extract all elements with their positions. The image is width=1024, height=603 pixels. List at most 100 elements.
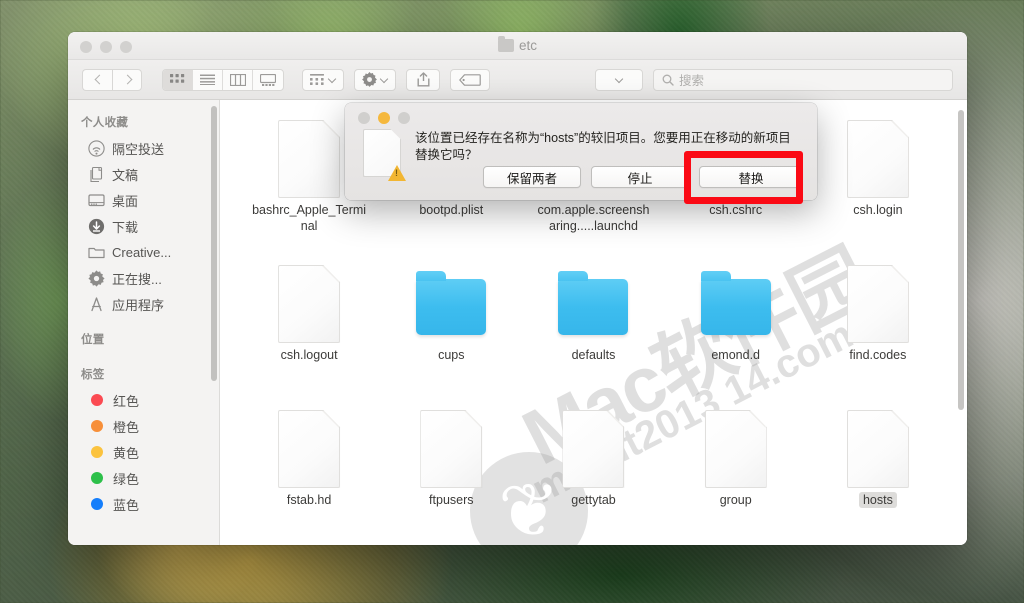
sidebar-item-applications[interactable]: 应用程序 (68, 291, 219, 317)
sidebar-item-searching[interactable]: 正在搜... (68, 265, 219, 291)
action-gear-dropdown-button[interactable] (354, 68, 396, 91)
sidebar-tag-label: 黄色 (113, 445, 140, 461)
tag-dot-icon (91, 446, 103, 458)
file-label: csh.login (853, 203, 903, 217)
sidebar-scrollbar[interactable] (211, 106, 217, 381)
tag-dot-icon (91, 394, 103, 406)
sidebar-item-creative[interactable]: Creative... (68, 239, 219, 265)
file-item[interactable]: emond.d (665, 259, 807, 394)
navigation-buttons (82, 68, 142, 91)
file-icon-wrap (420, 404, 483, 492)
file-icon-wrap (846, 114, 909, 202)
dialog-close-button[interactable] (358, 112, 370, 124)
chevron-down-icon (329, 76, 336, 83)
tag-dot-icon (91, 420, 103, 432)
file-item[interactable]: find.codes (807, 259, 949, 394)
sidebar-item-label: 正在搜... (112, 271, 162, 287)
window-titlebar[interactable]: etc (68, 32, 967, 60)
keep-both-button[interactable]: 保留两者 (483, 166, 581, 188)
sidebar-item-documents[interactable]: 文稿 (68, 161, 219, 187)
file-label: emond.d (711, 348, 761, 362)
sidebar-item-desktop[interactable]: 桌面 (68, 187, 219, 213)
folder-icon (497, 36, 514, 52)
gear-icon (362, 72, 377, 87)
chevron-right-icon (124, 76, 131, 83)
file-label: defaults (571, 348, 616, 362)
dialog-traffic-lights (358, 112, 410, 124)
sidebar-item-label: 桌面 (112, 193, 139, 209)
document-icon (562, 410, 625, 488)
file-icon-wrap (846, 259, 909, 347)
icon-view-icon (170, 73, 185, 83)
window-title: etc (68, 36, 967, 53)
content-scrollbar[interactable] (958, 110, 964, 410)
file-label: bashrc_Apple_Terminal (252, 203, 367, 233)
file-item[interactable]: gettytab (522, 404, 664, 539)
back-button[interactable] (82, 68, 112, 91)
document-warning-icon (363, 129, 406, 181)
gallery-view-icon (260, 73, 276, 86)
file-item-hosts[interactable]: hosts (807, 404, 949, 539)
extra-dropdown-button[interactable] (595, 68, 643, 91)
stop-button[interactable]: 停止 (591, 166, 689, 188)
sidebar-tag-green[interactable]: 绿色 (68, 465, 219, 491)
file-icon-wrap (562, 404, 625, 492)
sidebar-tag-label: 蓝色 (113, 497, 140, 513)
sidebar-tag-orange[interactable]: 橙色 (68, 413, 219, 439)
sidebar-item-label: Creative... (112, 244, 172, 260)
document-icon (420, 410, 483, 488)
sidebar-section-header-locations: 位置 (81, 334, 105, 346)
file-label: find.codes (849, 348, 907, 362)
sidebar-tag-blue[interactable]: 蓝色 (68, 491, 219, 517)
arrange-icon (310, 73, 324, 85)
warning-triangle-icon (388, 165, 406, 181)
file-icon-wrap (416, 259, 487, 347)
sidebar-section-header-tags: 标签 (81, 369, 105, 381)
sidebar-tag-label: 橙色 (113, 419, 140, 435)
file-item[interactable]: cups (380, 259, 522, 394)
gallery-view-button[interactable] (253, 70, 283, 90)
forward-button[interactable] (112, 68, 142, 91)
column-view-button[interactable] (223, 69, 253, 90)
dialog-buttons: 保留两者 停止 替换 (483, 166, 803, 188)
sidebar-tag-yellow[interactable]: 黄色 (68, 439, 219, 465)
tag-icon (459, 73, 481, 86)
dialog-minimize-button[interactable] (378, 112, 390, 124)
view-mode-group (162, 68, 284, 91)
file-icon-wrap (700, 259, 771, 347)
gear-icon (88, 269, 105, 287)
file-item[interactable]: csh.logout (238, 259, 380, 394)
file-label: csh.cshrc (709, 203, 763, 217)
search-icon (662, 74, 674, 86)
file-item[interactable]: defaults (522, 259, 664, 394)
sidebar-item-label: 文稿 (112, 167, 139, 183)
file-item[interactable]: group (665, 404, 807, 539)
arrange-dropdown-button[interactable] (302, 68, 344, 91)
sidebar-tag-red[interactable]: 红色 (68, 387, 219, 413)
document-icon (846, 265, 909, 343)
sidebar-item-label: 隔空投送 (112, 141, 165, 157)
tag-dot-icon (91, 498, 103, 510)
replace-confirm-dialog: 该位置已经存在名称为“hosts”的较旧项目。您要用正在移动的新项目替换它吗？ … (345, 103, 817, 200)
airdrop-icon (88, 139, 105, 157)
folder-icon (416, 271, 487, 335)
search-field[interactable]: 搜索 (653, 68, 953, 91)
sidebar-item-airdrop[interactable]: 隔空投送 (68, 135, 219, 161)
file-item[interactable]: ftpusers (380, 404, 522, 539)
list-view-button[interactable] (193, 69, 223, 90)
tag-button[interactable] (450, 68, 490, 91)
document-icon (278, 265, 341, 343)
tag-dot-icon (91, 472, 103, 484)
chevron-down-icon (381, 76, 388, 83)
file-item[interactable]: csh.login (807, 114, 949, 249)
icon-view-button[interactable] (163, 69, 193, 90)
replace-button[interactable]: 替换 (699, 166, 803, 188)
dialog-zoom-button[interactable] (398, 112, 410, 124)
document-icon (704, 410, 767, 488)
documents-icon (88, 166, 105, 183)
share-button[interactable] (406, 68, 440, 91)
sidebar-item-downloads[interactable]: 下载 (68, 213, 219, 239)
sidebar-item-label: 下载 (112, 219, 139, 235)
file-icon-wrap (278, 259, 341, 347)
file-item[interactable]: fstab.hd (238, 404, 380, 539)
